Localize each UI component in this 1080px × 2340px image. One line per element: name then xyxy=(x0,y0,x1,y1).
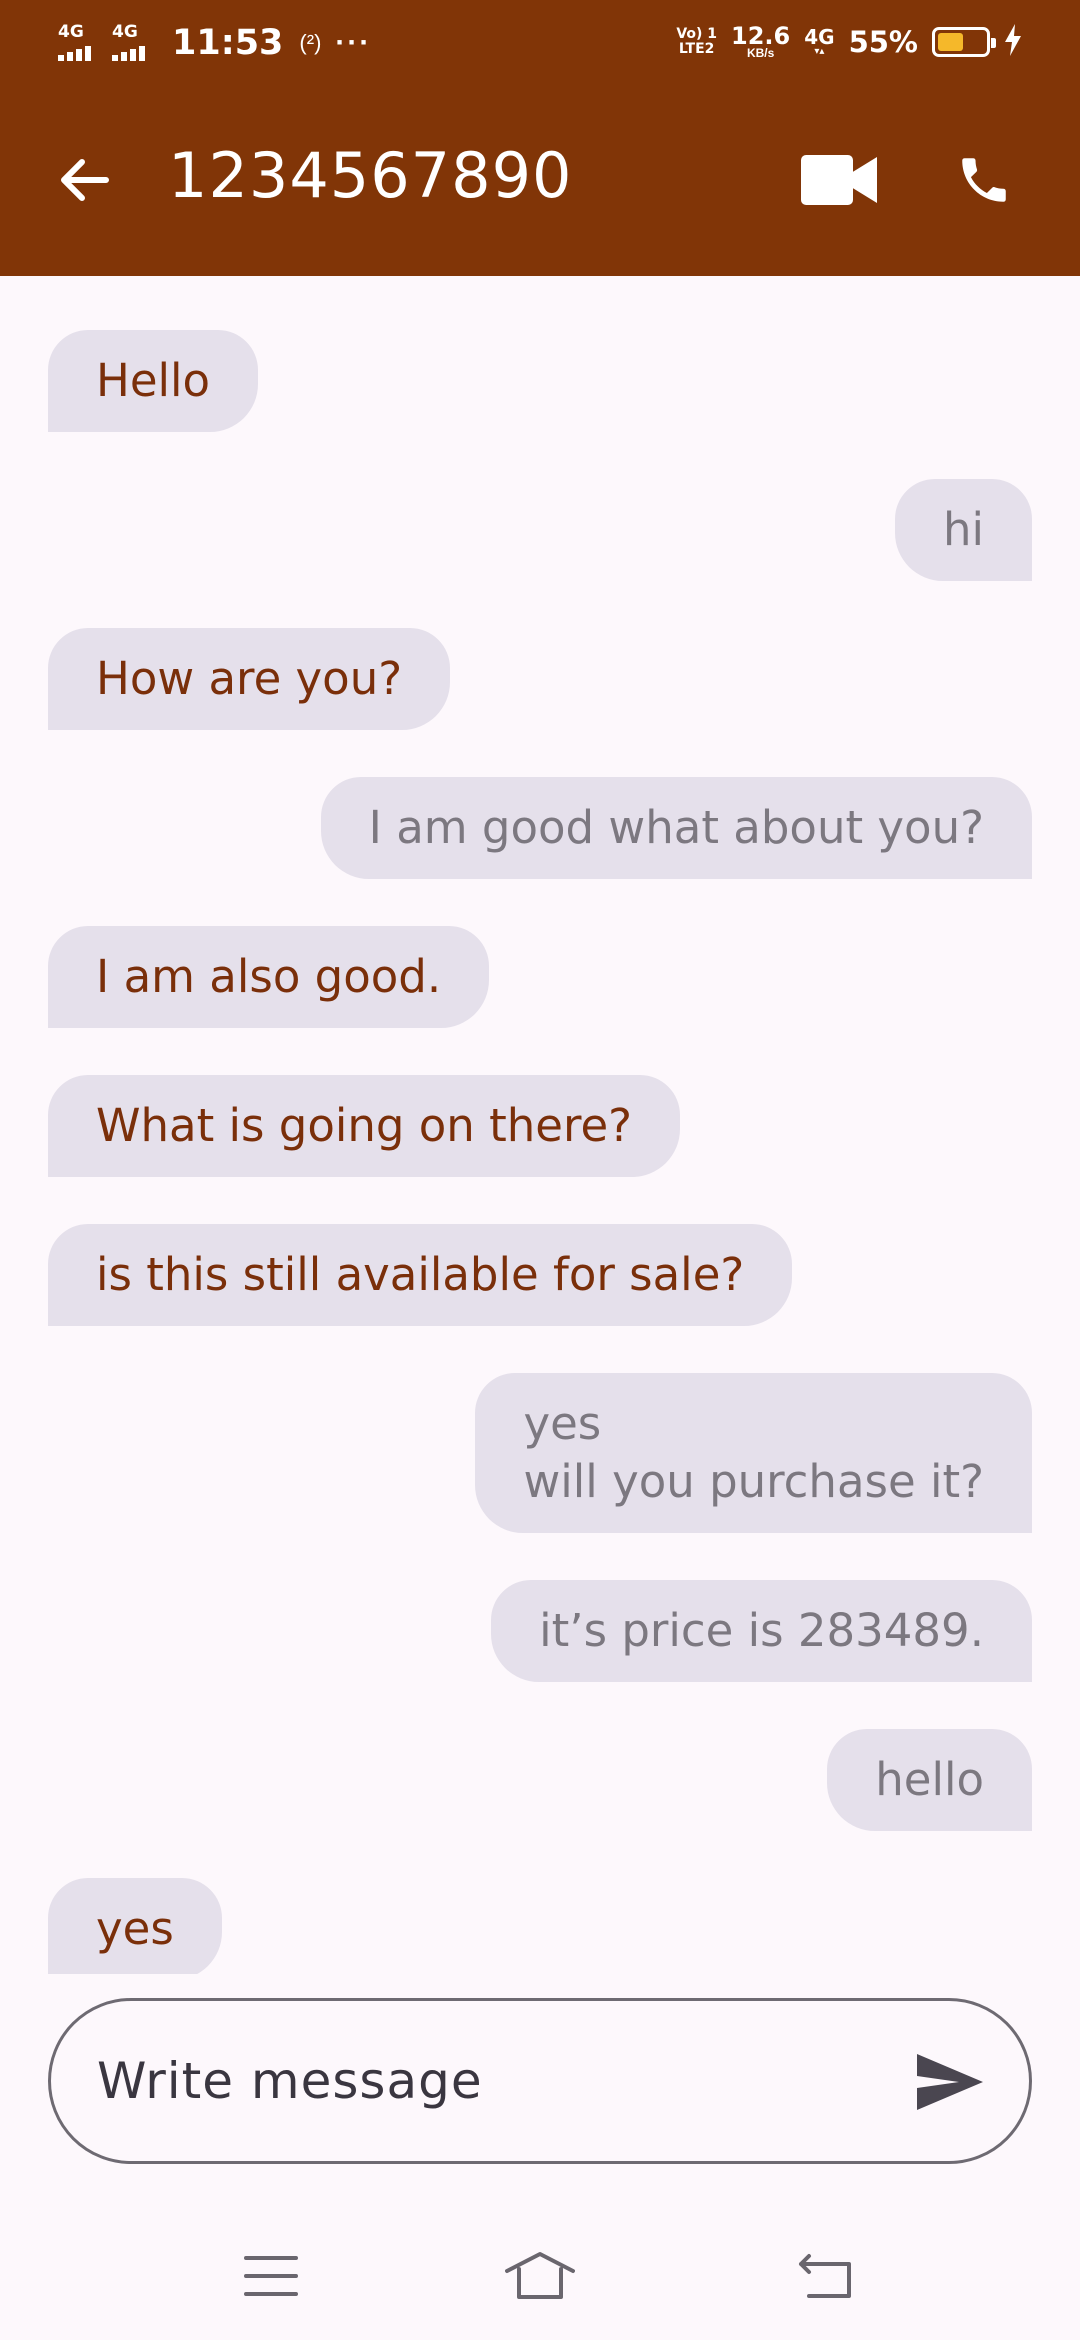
message-input[interactable] xyxy=(97,2041,877,2121)
home-button[interactable] xyxy=(505,2246,575,2306)
send-button[interactable] xyxy=(911,2045,989,2119)
phone-icon xyxy=(962,158,1006,202)
message-bubble-incoming[interactable]: is this still available for sale? xyxy=(48,1224,793,1326)
message-bubble-incoming[interactable]: Hello xyxy=(48,330,259,432)
message-bubble-incoming[interactable]: I am also good. xyxy=(48,926,490,1028)
message-composer xyxy=(48,1998,1032,2164)
nav-back-button[interactable] xyxy=(790,2246,860,2306)
menu-button[interactable] xyxy=(236,2246,306,2306)
menu-icon xyxy=(244,2256,298,2296)
message-bubble-incoming[interactable]: How are you? xyxy=(48,628,451,730)
message-bubble-outgoing[interactable]: I am good what about you? xyxy=(320,777,1032,879)
message-bubble-outgoing[interactable]: hello xyxy=(827,1729,1032,1831)
home-icon xyxy=(505,2252,575,2299)
videocam-icon xyxy=(801,155,877,205)
page-title: 1234567890 xyxy=(168,139,573,212)
message-list[interactable]: Hello hi How are you? I am good what abo… xyxy=(0,276,1080,1974)
back-icon xyxy=(799,2254,851,2298)
arrow-back-icon xyxy=(61,159,109,201)
charging-icon xyxy=(1004,23,1022,61)
status-bar: 4G 4G 11:53 (²) ··· Vo) 1 LTE2 12.6 KB/s… xyxy=(0,0,1080,84)
volte-indicator: Vo) 1 LTE2 xyxy=(676,26,718,57)
status-time: 11:53 xyxy=(172,23,284,63)
data-network-icon: 4G ▾▴ xyxy=(804,25,835,57)
message-bubble-outgoing[interactable]: it’s price is 283489. xyxy=(491,1580,1032,1682)
call-button[interactable] xyxy=(944,144,1024,216)
back-button[interactable] xyxy=(48,144,120,216)
send-icon xyxy=(917,2054,983,2110)
message-bubble-incoming[interactable]: What is going on there? xyxy=(48,1075,681,1177)
network-speed-value: 12.6 xyxy=(731,22,791,50)
message-bubble-incoming[interactable]: yes xyxy=(48,1878,222,1974)
signal-sim1-icon: 4G xyxy=(58,23,102,63)
hotspot-icon: (²) xyxy=(299,30,322,55)
message-bubble-outgoing[interactable]: yes will you purchase it? xyxy=(475,1373,1032,1533)
battery-percent: 55% xyxy=(848,25,918,59)
signal-sim2-icon: 4G xyxy=(112,23,156,63)
battery-icon xyxy=(932,27,996,57)
system-nav-bar xyxy=(0,2212,1080,2340)
message-bubble-outgoing[interactable]: hi xyxy=(894,479,1032,581)
more-notifications-icon: ··· xyxy=(335,26,372,59)
video-call-button[interactable] xyxy=(798,144,880,216)
network-speed: 12.6 KB/s xyxy=(731,22,791,60)
app-bar: 1234567890 xyxy=(0,84,1080,276)
network-speed-unit: KB/s xyxy=(746,46,775,60)
